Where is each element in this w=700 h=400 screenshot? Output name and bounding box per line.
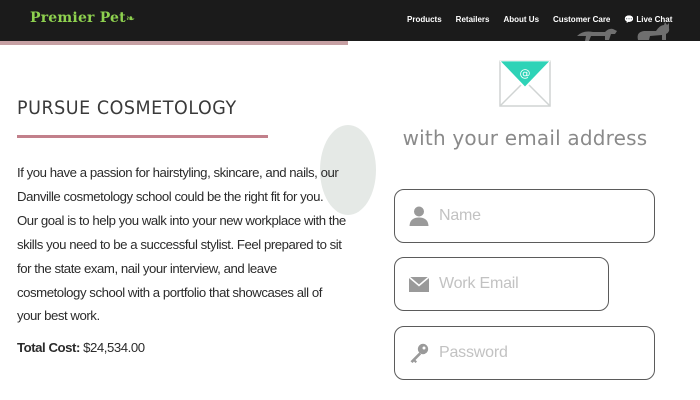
form-heading: with your email address bbox=[402, 126, 648, 150]
name-input[interactable] bbox=[439, 207, 654, 225]
work-email-input[interactable] bbox=[439, 275, 608, 293]
nav-about-us[interactable]: About Us bbox=[503, 15, 539, 24]
nav-products[interactable]: Products bbox=[407, 15, 442, 24]
work-email-field[interactable] bbox=[394, 257, 609, 311]
password-input[interactable] bbox=[439, 344, 654, 362]
key-icon bbox=[410, 343, 429, 363]
program-description: If you have a passion for hairstyling, s… bbox=[17, 165, 346, 324]
nav-retailers[interactable]: Retailers bbox=[456, 15, 490, 24]
cat-silhouette-icon bbox=[637, 22, 670, 40]
total-cost-label: Total Cost: bbox=[17, 340, 80, 355]
cosmetology-section: PURSUE COSMETOLOGY If you have a passion… bbox=[0, 45, 376, 400]
name-field[interactable] bbox=[394, 189, 655, 243]
dog-silhouette-icon bbox=[577, 28, 617, 41]
person-icon bbox=[409, 206, 429, 226]
chat-bubble-icon: 💬 bbox=[624, 15, 635, 24]
nav-customer-care[interactable]: Customer Care bbox=[553, 15, 610, 24]
section-title: PURSUE COSMETOLOGY bbox=[17, 97, 237, 119]
site-header: Premier Pet❧ Products Retailers About Us… bbox=[0, 0, 700, 41]
brand-name[interactable]: Premier Pet bbox=[30, 10, 126, 26]
password-field[interactable] bbox=[394, 326, 655, 380]
paw-icon: ❧ bbox=[125, 12, 136, 25]
total-cost-value: $24,534.00 bbox=[83, 340, 145, 355]
email-badge-icon: @ bbox=[499, 60, 551, 107]
envelope-icon bbox=[408, 276, 430, 292]
title-underline bbox=[17, 135, 268, 138]
signup-form: @ with your email address bbox=[350, 41, 700, 400]
brand-logo[interactable]: Premier Pet❧ bbox=[30, 10, 135, 26]
main-nav: Products Retailers About Us Customer Car… bbox=[407, 15, 672, 24]
total-cost: Total Cost: $24,534.00 bbox=[17, 340, 145, 355]
svg-text:@: @ bbox=[520, 67, 531, 80]
